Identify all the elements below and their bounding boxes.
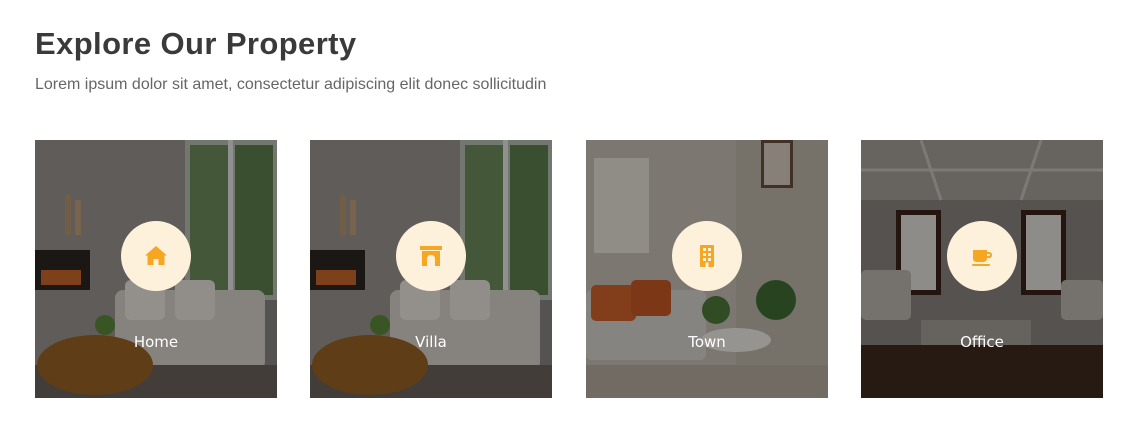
card-label: Office: [960, 333, 1004, 351]
coffee-cup-icon-badge: [947, 221, 1017, 291]
property-card-villa[interactable]: Villa: [310, 140, 552, 398]
villa-icon: [420, 246, 442, 266]
card-label: Town: [688, 333, 726, 351]
building-icon-badge: [672, 221, 742, 291]
villa-icon-badge: [396, 221, 466, 291]
card-label: Home: [133, 333, 179, 351]
home-icon-badge: [121, 221, 191, 291]
coffee-cup-icon: [972, 250, 992, 266]
property-card-office[interactable]: Office: [861, 140, 1103, 398]
section-subtitle: Lorem ipsum dolor sit amet, consectetur …: [35, 76, 547, 93]
building-icon: [700, 245, 714, 267]
section-title: Explore Our Property: [35, 26, 357, 61]
home-icon: [145, 246, 167, 265]
card-label: Villa: [415, 333, 447, 351]
property-card-town[interactable]: Town: [586, 140, 828, 398]
property-card-home[interactable]: Home: [35, 140, 277, 398]
